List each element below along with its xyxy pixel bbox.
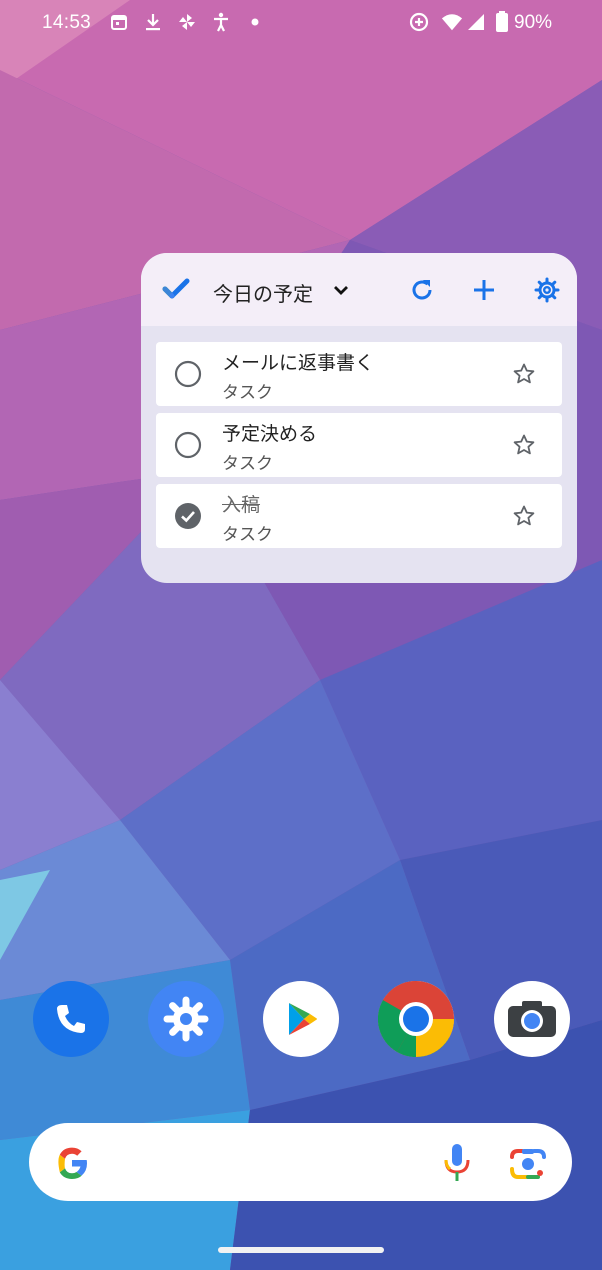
task-item[interactable]: メールに返事書く タスク — [156, 342, 562, 406]
play-store-icon[interactable] — [263, 981, 339, 1057]
settings-icon[interactable] — [148, 981, 224, 1057]
status-bar: 14:53 90% — [0, 0, 602, 48]
task-checkbox-checked[interactable] — [174, 502, 202, 530]
gear-icon[interactable] — [529, 272, 565, 308]
task-list-name: タスク — [222, 525, 273, 545]
star-icon[interactable] — [512, 504, 536, 528]
accessibility-icon — [210, 11, 232, 33]
star-icon[interactable] — [512, 433, 536, 457]
download-icon — [142, 11, 164, 33]
google-search-bar[interactable] — [29, 1123, 572, 1201]
dot-icon — [244, 11, 266, 33]
signal-icon — [465, 11, 487, 33]
task-title: 入稿 — [222, 494, 261, 516]
task-list-name: タスク — [222, 383, 273, 403]
tasks-widget: 今日の予定 メールに返事書く タスク 予定決める タスク 入稿 タスク — [141, 253, 577, 583]
chevron-down-icon[interactable] — [323, 272, 359, 308]
microphone-icon[interactable] — [439, 1141, 475, 1185]
wifi-icon — [441, 11, 463, 33]
task-checkbox[interactable] — [174, 431, 202, 459]
calendar-icon — [108, 11, 130, 33]
camera-icon[interactable] — [494, 981, 570, 1057]
lens-icon[interactable] — [507, 1142, 549, 1184]
task-item[interactable]: 予定決める タスク — [156, 413, 562, 477]
widget-list-title[interactable]: 今日の予定 — [213, 278, 313, 307]
data-saver-icon — [408, 11, 430, 33]
google-g-icon[interactable] — [52, 1143, 92, 1183]
pinwheel-icon — [176, 11, 198, 33]
battery-percentage: 90% — [514, 12, 553, 33]
phone-icon[interactable] — [33, 981, 109, 1057]
tasks-check-icon[interactable] — [158, 271, 194, 307]
status-time: 14:53 — [42, 12, 92, 33]
task-title: メールに返事書く — [222, 352, 375, 374]
star-icon[interactable] — [512, 362, 536, 386]
task-title: 予定決める — [222, 423, 318, 445]
chrome-icon[interactable] — [378, 981, 454, 1057]
plus-icon[interactable] — [466, 272, 502, 308]
gesture-nav-handle[interactable] — [218, 1247, 384, 1253]
task-list-name: タスク — [222, 454, 273, 474]
refresh-icon[interactable] — [404, 272, 440, 308]
wallpaper — [0, 0, 602, 1270]
battery-icon — [491, 11, 513, 33]
task-checkbox[interactable] — [174, 360, 202, 388]
task-item[interactable]: 入稿 タスク — [156, 484, 562, 548]
widget-header: 今日の予定 — [141, 253, 577, 326]
